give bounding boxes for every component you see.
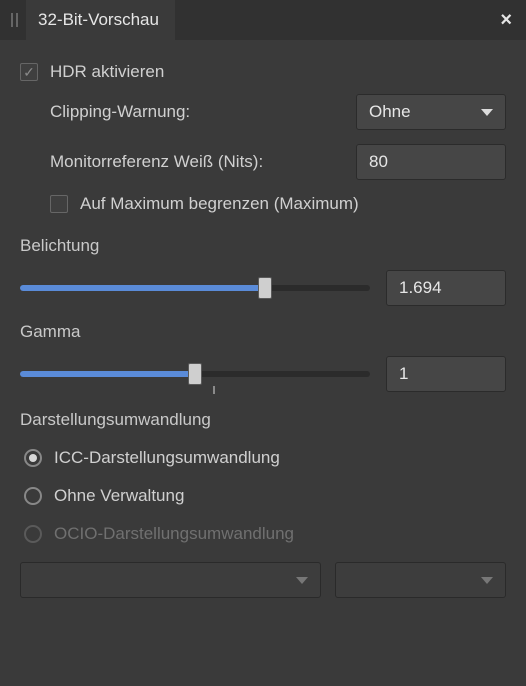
monitor-white-value: 80 [369, 152, 388, 172]
clipping-warning-value: Ohne [369, 102, 411, 122]
render-option-ocio-row: OCIO-Darstellungsumwandlung [20, 524, 506, 544]
ocio-select-1[interactable] [20, 562, 321, 598]
monitor-white-label: Monitorreferenz Weiß (Nits): [50, 152, 263, 172]
render-option-none-radio[interactable] [24, 487, 42, 505]
drag-grip-icon[interactable] [0, 13, 18, 27]
limit-max-checkbox[interactable] [50, 195, 68, 213]
clipping-warning-row: Clipping-Warnung: Ohne [50, 94, 506, 130]
exposure-slider-row: 1.694 [20, 270, 506, 306]
slider-tick [213, 386, 215, 394]
limit-max-row[interactable]: Auf Maximum begrenzen (Maximum) [50, 194, 506, 214]
render-transform-title: Darstellungsumwandlung [20, 410, 506, 430]
gamma-slider-row: 1 [20, 356, 506, 392]
slider-fill [20, 371, 195, 377]
slider-thumb[interactable] [188, 363, 202, 385]
render-option-ocio-radio [24, 525, 42, 543]
render-option-none-row[interactable]: Ohne Verwaltung [20, 486, 506, 506]
clipping-warning-label: Clipping-Warnung: [50, 102, 190, 122]
hdr-activate-label: HDR aktivieren [50, 62, 164, 82]
slider-fill [20, 285, 265, 291]
render-option-none-label: Ohne Verwaltung [54, 486, 184, 506]
panel-tab[interactable]: 32-Bit-Vorschau [26, 0, 175, 40]
ocio-select-2[interactable] [335, 562, 506, 598]
exposure-slider[interactable] [20, 276, 370, 300]
gamma-value-input[interactable]: 1 [386, 356, 506, 392]
panel-title: 32-Bit-Vorschau [38, 10, 159, 30]
render-option-icc-row[interactable]: ICC-Darstellungsumwandlung [20, 448, 506, 468]
exposure-title: Belichtung [20, 236, 506, 256]
hdr-settings-group: Clipping-Warnung: Ohne Monitorreferenz W… [20, 94, 506, 214]
chevron-down-icon [481, 109, 493, 116]
chevron-down-icon [296, 577, 308, 584]
clipping-warning-select[interactable]: Ohne [356, 94, 506, 130]
ocio-select-row [20, 562, 506, 598]
gamma-value: 1 [399, 364, 408, 384]
render-option-icc-radio[interactable] [24, 449, 42, 467]
gamma-title: Gamma [20, 322, 506, 342]
monitor-white-row: Monitorreferenz Weiß (Nits): 80 [50, 144, 506, 180]
gamma-slider[interactable] [20, 362, 370, 386]
chevron-down-icon [481, 577, 493, 584]
close-icon[interactable]: × [500, 0, 512, 40]
render-option-ocio-label: OCIO-Darstellungsumwandlung [54, 524, 294, 544]
exposure-value: 1.694 [399, 278, 442, 298]
render-option-icc-label: ICC-Darstellungsumwandlung [54, 448, 280, 468]
hdr-activate-row[interactable]: HDR aktivieren [20, 62, 506, 82]
monitor-white-input[interactable]: 80 [356, 144, 506, 180]
limit-max-label: Auf Maximum begrenzen (Maximum) [80, 194, 359, 214]
slider-thumb[interactable] [258, 277, 272, 299]
hdr-activate-checkbox[interactable] [20, 63, 38, 81]
exposure-value-input[interactable]: 1.694 [386, 270, 506, 306]
panel-header: 32-Bit-Vorschau × [0, 0, 526, 40]
panel-body: HDR aktivieren Clipping-Warnung: Ohne Mo… [0, 40, 526, 616]
